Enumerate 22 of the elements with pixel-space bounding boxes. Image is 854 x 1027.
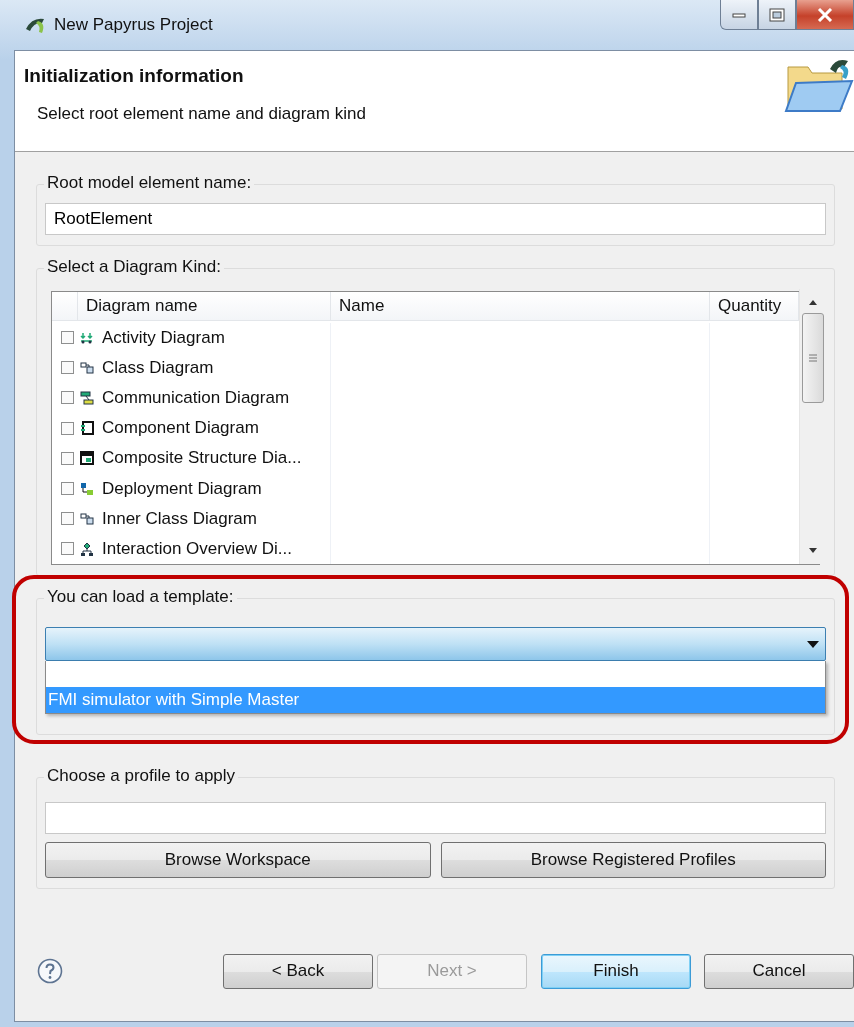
group-label: Choose a profile to apply — [44, 766, 239, 786]
group-label: You can load a template: — [44, 587, 237, 607]
column-header[interactable]: Name — [331, 292, 710, 320]
diagram-name: Composite Structure Dia... — [102, 448, 302, 469]
column-header[interactable]: Diagram name — [78, 292, 331, 320]
group-label: Select a Diagram Kind: — [44, 257, 224, 277]
dialog-button[interactable]: Finish — [541, 953, 691, 989]
diagram-name: Interaction Overview Di... — [102, 538, 292, 559]
page-title: Initialization information — [24, 65, 245, 87]
diagram-name: Deployment Diagram — [102, 478, 262, 499]
window-title: New Papyrus Project — [54, 15, 213, 35]
dialog-button[interactable]: Cancel — [704, 953, 854, 989]
diagram-name: Component Diagram — [102, 418, 259, 439]
diagram-name: Inner Class Diagram — [102, 508, 257, 529]
dialog-button[interactable]: < Back — [223, 953, 373, 989]
diagram-name: Communication Diagram — [102, 387, 290, 408]
page-description: Select root element name and diagram kind — [37, 104, 366, 124]
text-field[interactable]: RootElement — [45, 203, 826, 235]
browse-button[interactable]: Browse Workspace — [45, 842, 431, 878]
diagram-name: Activity Diagram — [102, 327, 225, 348]
browse-button[interactable]: Browse Registered Profiles — [440, 842, 826, 878]
diagram-name: Class Diagram — [102, 357, 214, 378]
